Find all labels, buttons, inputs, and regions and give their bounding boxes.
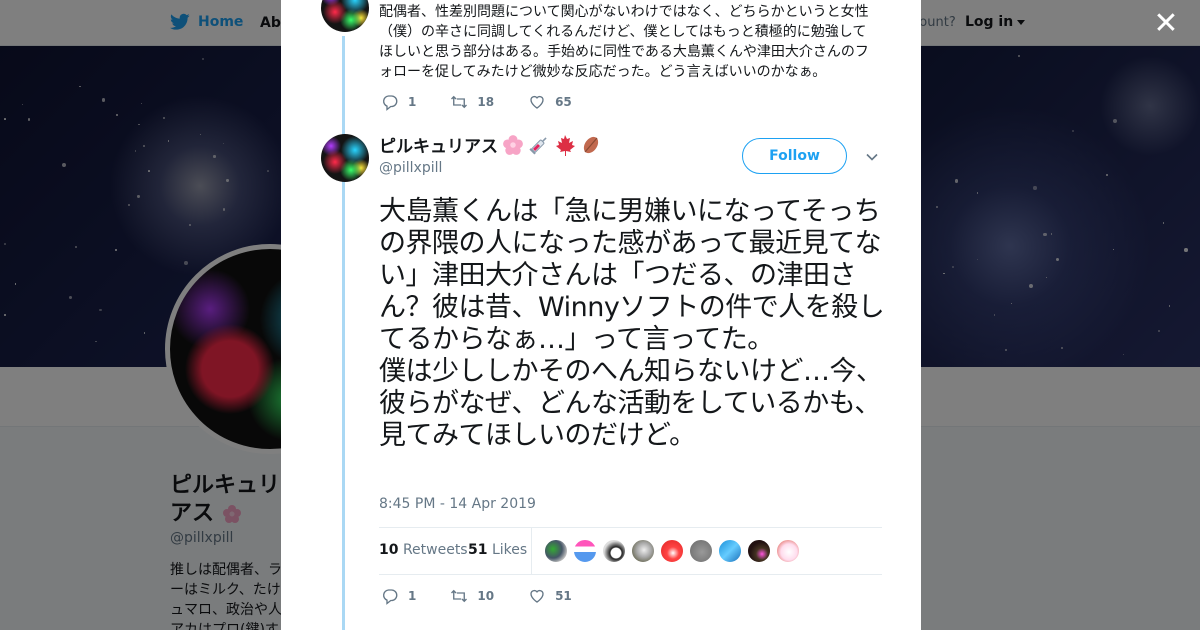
- liker-avatar[interactable]: [776, 539, 800, 563]
- like-stat[interactable]: 51 Likes: [468, 542, 527, 558]
- liker-avatar[interactable]: [689, 539, 713, 563]
- previous-tweet-actions: 1 18 65: [381, 93, 606, 111]
- like-count: 51: [555, 589, 572, 603]
- tweet-author-name: ピルキュリアス: [379, 137, 498, 157]
- liker-avatar[interactable]: [602, 539, 626, 563]
- follow-button[interactable]: Follow: [742, 138, 847, 174]
- tweet-timestamp[interactable]: 8:45 PM - 14 Apr 2019: [379, 496, 536, 512]
- heart-icon: [530, 589, 544, 603]
- tweet-modal: 配偶者、性差別問題について関心がないわけではなく、どちらかというと女性（僕）の辛…: [281, 0, 921, 630]
- retweet-stat[interactable]: 10 Retweets: [379, 542, 468, 558]
- like-stat-count: 51: [468, 542, 488, 558]
- tweet-actions: 1 10 51: [381, 587, 606, 605]
- tweet-author-handle[interactable]: @pillxpill: [379, 160, 442, 176]
- retweet-icon: [451, 95, 468, 109]
- liker-avatar[interactable]: [573, 539, 597, 563]
- heart-icon: [530, 95, 544, 109]
- retweet-stat-label: Retweets: [402, 542, 468, 558]
- reply-icon: [383, 95, 398, 111]
- reply-button[interactable]: 1: [381, 93, 416, 111]
- liker-avatar[interactable]: [544, 539, 568, 563]
- liker-avatar[interactable]: [718, 539, 742, 563]
- previous-tweet-text: 配偶者、性差別問題について関心がないわけではなく、どちらかというと女性（僕）の辛…: [379, 4, 869, 80]
- stats-divider: [531, 528, 532, 575]
- like-button[interactable]: 51: [528, 587, 572, 605]
- retweet-count: 18: [477, 95, 495, 109]
- tweet-text: 大島薫くんは「急に男嫌いになってそっちの界隈の人になった感があって最近見てない」…: [379, 196, 885, 451]
- chevron-down-icon[interactable]: [865, 150, 879, 164]
- close-icon: ✕: [1153, 6, 1179, 41]
- retweet-stat-count: 10: [379, 542, 399, 558]
- tweet-stats: 10 Retweets 51 Likes: [379, 527, 882, 575]
- retweet-button[interactable]: 10: [450, 587, 494, 605]
- cherry-blossom-icon: [503, 134, 523, 155]
- retweet-count: 10: [477, 589, 495, 603]
- like-stat-label: Likes: [491, 542, 528, 558]
- close-button[interactable]: ✕: [1152, 9, 1180, 39]
- maple-leaf-icon: [556, 134, 575, 156]
- retweet-icon: [451, 589, 468, 603]
- like-button[interactable]: 65: [528, 93, 572, 111]
- reply-button[interactable]: 1: [381, 587, 416, 605]
- syringe-icon: [529, 136, 547, 155]
- tweet-author-name-row[interactable]: ピルキュリアス: [379, 132, 602, 157]
- liker-avatar[interactable]: [631, 539, 655, 563]
- thread-connector-line: [342, 36, 345, 630]
- liker-avatar[interactable]: [747, 539, 771, 563]
- retweet-button[interactable]: 18: [450, 93, 494, 111]
- reply-count: 1: [408, 589, 417, 603]
- reply-icon: [383, 589, 398, 605]
- tweet-author-avatar[interactable]: [321, 134, 369, 182]
- liker-avatar[interactable]: [660, 539, 684, 563]
- fallen-leaf-icon: [583, 136, 599, 153]
- previous-tweet-avatar[interactable]: [321, 0, 369, 32]
- reply-count: 1: [408, 95, 417, 109]
- like-count: 65: [555, 95, 572, 109]
